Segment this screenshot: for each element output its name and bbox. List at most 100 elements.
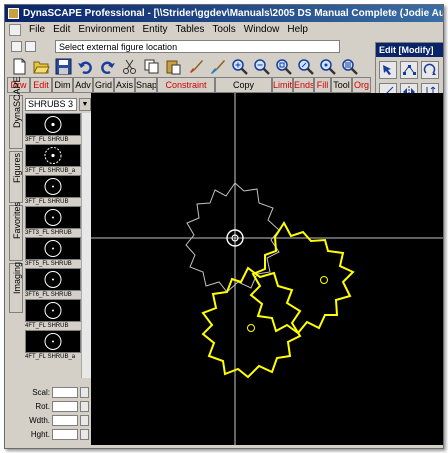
scale-calc-button[interactable]	[80, 386, 89, 398]
zoom-in-icon[interactable]	[229, 56, 250, 77]
library-item[interactable]: 3FT5_FL SHRUB	[25, 237, 81, 268]
document-icon[interactable]	[9, 24, 21, 36]
drawing-surface	[91, 93, 443, 445]
cmd-org-button[interactable]: Org	[352, 77, 371, 93]
menu-environment[interactable]: Environment	[74, 22, 138, 38]
copy-icon[interactable]	[141, 56, 162, 77]
width-row: Wdth.	[25, 414, 91, 426]
save-icon[interactable]	[53, 56, 74, 77]
node-edit-icon[interactable]	[400, 61, 418, 79]
scale-row: Scal:	[25, 386, 91, 398]
figure-thumbnail	[25, 144, 81, 167]
figure-label: 3FT5_FL SHRUB	[25, 261, 72, 267]
library-item[interactable]: 3FT_FL SHRUB	[25, 175, 81, 206]
figure-label: 3FT_FL SHRUB_a	[25, 168, 76, 174]
zoom-extents-icon[interactable]	[295, 56, 316, 77]
library-menu-button[interactable]: ▼	[79, 98, 91, 111]
menu-tables[interactable]: Tables	[172, 22, 209, 38]
rotation-input[interactable]	[52, 400, 78, 412]
zoom-out-icon[interactable]	[251, 56, 272, 77]
zoom-previous-icon[interactable]	[317, 56, 338, 77]
cmd-adv-button[interactable]: Adv	[73, 77, 93, 93]
figure-center-marker	[247, 324, 255, 332]
library-item[interactable]: 4FT_FL SHRUB_a	[25, 330, 81, 361]
width-label: Wdth.	[29, 415, 50, 425]
cut-icon[interactable]	[119, 56, 140, 77]
height-row: Hght.	[25, 428, 91, 440]
main-toolbar	[5, 55, 375, 77]
menu-file[interactable]: File	[25, 22, 49, 38]
menu-window[interactable]: Window	[240, 22, 284, 38]
zoom-all-icon[interactable]	[339, 56, 360, 77]
tab-imaging[interactable]: Imaging	[9, 262, 23, 313]
undo-icon[interactable]	[75, 56, 96, 77]
coordinate-toggle-button[interactable]	[11, 41, 22, 52]
library-item[interactable]: 3FT3_FL SHRUB	[25, 206, 81, 237]
command-bar: Drw Edit Dim Adv Grid Axis Snap Constrai…	[5, 77, 375, 93]
new-file-icon[interactable]	[9, 56, 30, 77]
library-scrollbar[interactable]	[81, 113, 91, 378]
figure-label: 3FT_FL SHRUB	[25, 199, 69, 205]
rotation-row: Rot.	[25, 400, 91, 412]
figure-thumbnail	[25, 237, 81, 260]
cmd-fill-button[interactable]: Fill	[314, 77, 331, 93]
cmd-grid-button[interactable]: Grid	[93, 77, 114, 93]
height-label: Hght.	[30, 429, 50, 439]
figure-thumbnail	[25, 330, 81, 353]
shrub-figure-selected[interactable]	[201, 266, 302, 379]
zoom-window-icon[interactable]	[273, 56, 294, 77]
width-input[interactable]	[52, 414, 78, 426]
scale-input[interactable]	[52, 386, 78, 398]
prompt-history-button[interactable]	[25, 41, 36, 52]
library-panel: DynaSCAPE Figures Favorites Imaging SHRU…	[9, 76, 91, 445]
drawing-canvas[interactable]	[91, 93, 443, 445]
library-item[interactable]: 3FT_FL SHRUB	[25, 113, 81, 144]
cmd-edit-button[interactable]: Edit	[30, 77, 52, 93]
library-item[interactable]: 3FT_FL SHRUB_a	[25, 144, 81, 175]
cmd-snap-button[interactable]: Snap	[135, 77, 157, 93]
figure-label: 3FT_FL SHRUB	[25, 137, 69, 143]
window-title: DynaSCAPE Professional - [\\Strider\ggde…	[23, 8, 443, 19]
shrub-figure-selected[interactable]	[249, 221, 355, 335]
scale-label: Scal:	[32, 387, 50, 397]
library-selector[interactable]: SHRUBS 3	[25, 98, 77, 111]
select-arrow-icon[interactable]	[379, 61, 397, 79]
command-prompt: Select external figure location	[55, 40, 340, 53]
cmd-dim-button[interactable]: Dim	[52, 77, 73, 93]
rotation-calc-button[interactable]	[80, 400, 89, 412]
tab-figures[interactable]: Figures	[9, 151, 23, 203]
menu-tools[interactable]: Tools	[208, 22, 239, 38]
height-calc-button[interactable]	[80, 428, 89, 440]
cmd-constraint-button[interactable]: Constraint	[157, 77, 215, 93]
paste-icon[interactable]	[163, 56, 184, 77]
figure-label: 4FT_FL SHRUB	[25, 323, 69, 329]
app-window: DynaSCAPE Professional - [\\Strider\ggde…	[4, 4, 444, 449]
cmd-limit-button[interactable]: Limit	[272, 77, 293, 93]
title-bar: DynaSCAPE Professional - [\\Strider\ggde…	[5, 5, 443, 22]
cmd-tool-button[interactable]: Tool	[331, 77, 352, 93]
menu-entity[interactable]: Entity	[139, 22, 172, 38]
figure-center-marker	[320, 276, 328, 284]
paint-brush-icon[interactable]	[185, 56, 206, 77]
paint-brush-alt-icon[interactable]	[207, 56, 228, 77]
figure-label: 3FT6_FL SHRUB	[25, 292, 72, 298]
width-calc-button[interactable]	[80, 414, 89, 426]
rotation-label: Rot.	[35, 401, 50, 411]
figure-thumbnail	[25, 268, 81, 291]
redo-icon[interactable]	[97, 56, 118, 77]
menu-help[interactable]: Help	[283, 22, 312, 38]
side-tab-strip: DynaSCAPE Figures Favorites Imaging	[9, 76, 23, 383]
library-item[interactable]: 3FT6_FL SHRUB	[25, 268, 81, 299]
tab-favorites[interactable]: Favorites	[9, 202, 23, 261]
cmd-axis-button[interactable]: Axis	[114, 77, 135, 93]
cmd-ends-button[interactable]: Ends	[293, 77, 314, 93]
cmd-copy-button[interactable]: Copy	[215, 77, 272, 93]
tab-dynascape[interactable]: DynaSCAPE	[9, 76, 23, 149]
menu-edit[interactable]: Edit	[49, 22, 74, 38]
library-item[interactable]: 4FT_FL SHRUB	[25, 299, 81, 330]
height-input[interactable]	[52, 428, 78, 440]
figure-thumbnail	[25, 206, 81, 229]
rotate-icon[interactable]	[421, 61, 439, 79]
figure-label: 3FT3_FL SHRUB	[25, 230, 72, 236]
open-folder-icon[interactable]	[31, 56, 52, 77]
